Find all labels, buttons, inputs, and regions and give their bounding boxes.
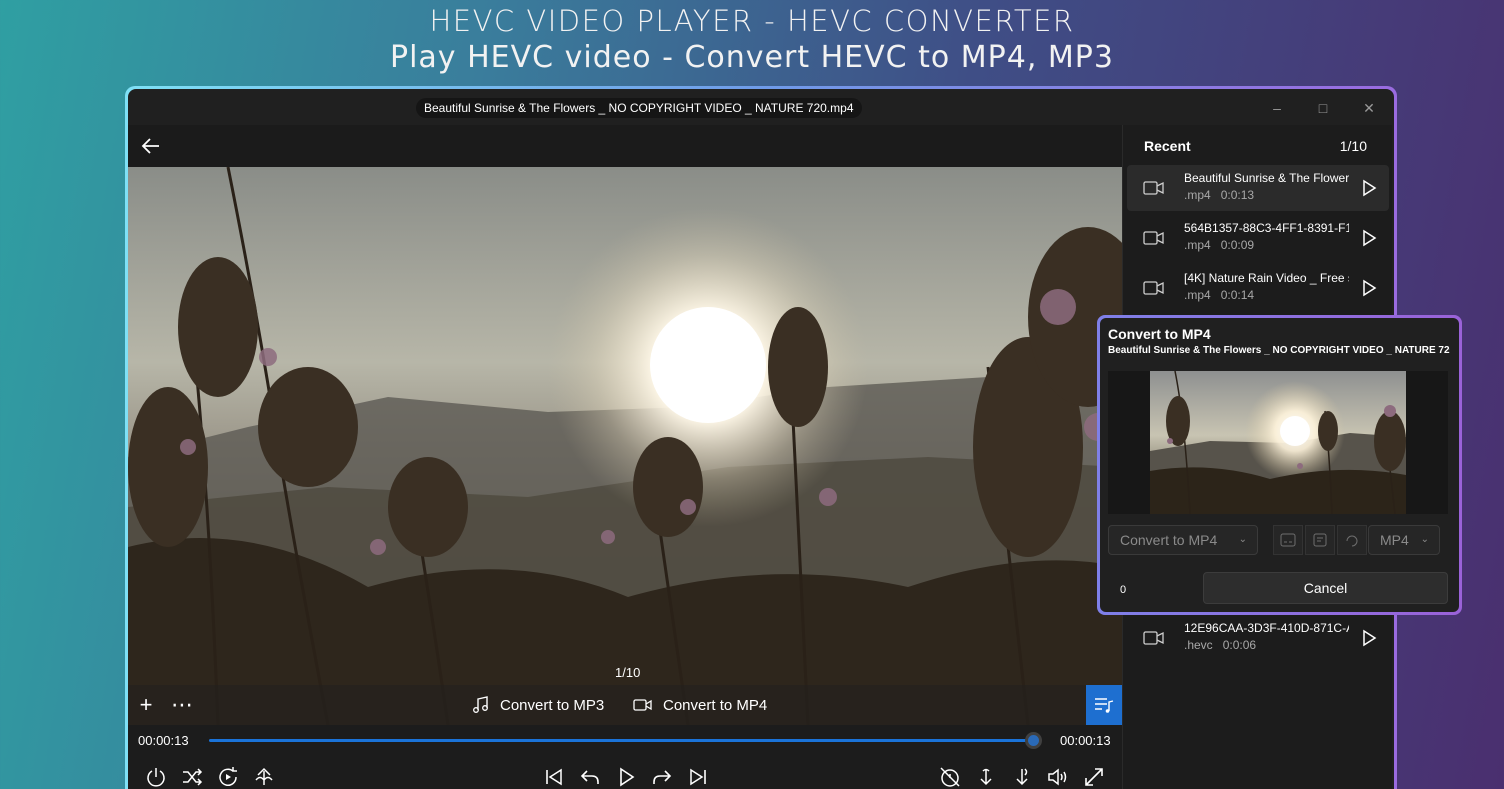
dialog-file-name: Beautiful Sunrise & The Flowers _ NO COP… bbox=[1108, 345, 1450, 356]
volume-icon[interactable] bbox=[1046, 765, 1070, 789]
video-file-icon bbox=[1143, 181, 1164, 195]
current-time: 00:00:13 bbox=[138, 733, 189, 748]
seek-bar-row: 00:00:13 00:00:13 bbox=[128, 725, 1122, 755]
more-icon[interactable]: ⋯ bbox=[168, 691, 196, 719]
playlist-counter-overlay: 1/10 bbox=[615, 665, 641, 680]
cast-icon[interactable] bbox=[252, 765, 276, 789]
chevron-down-icon: ⌄ bbox=[1238, 534, 1247, 545]
skip-next-icon[interactable] bbox=[686, 765, 710, 789]
audio-track-icon[interactable] bbox=[1305, 525, 1335, 555]
recent-counter: 1/10 bbox=[1339, 138, 1367, 154]
play-item-icon[interactable] bbox=[1360, 279, 1378, 297]
rewind-icon[interactable] bbox=[578, 765, 602, 789]
add-icon[interactable]: + bbox=[132, 691, 160, 719]
play-item-icon[interactable] bbox=[1360, 229, 1378, 247]
promo-title: HEVC VIDEO PLAYER - HEVC CONVERTER bbox=[429, 4, 1075, 38]
convert-mode-value: Convert to MP4 bbox=[1120, 532, 1218, 548]
dialog-preview bbox=[1108, 371, 1448, 514]
convert-mp4-button[interactable]: Convert to MP4 bbox=[633, 693, 767, 717]
preview-thumbnail bbox=[1150, 371, 1406, 514]
forward-icon[interactable] bbox=[650, 765, 674, 789]
recent-item-name: 564B1357-88C3-4FF1-8391-F1 bbox=[1184, 221, 1349, 235]
window-title: Beautiful Sunrise & The Flowers _ NO COP… bbox=[416, 98, 862, 118]
timer-off-icon[interactable] bbox=[938, 765, 962, 789]
chevron-down-icon: ⌄ bbox=[1420, 534, 1429, 545]
seek-track[interactable] bbox=[209, 739, 1033, 742]
play-item-icon[interactable] bbox=[1360, 179, 1378, 197]
convert-mode-select[interactable]: Convert to MP4 ⌄ bbox=[1108, 525, 1258, 555]
video-file-icon bbox=[1143, 281, 1164, 295]
conversion-progress-value: 0 bbox=[1120, 584, 1127, 596]
subtitle-option-icon[interactable] bbox=[1273, 525, 1303, 555]
total-time: 00:00:13 bbox=[1060, 733, 1111, 748]
video-file-icon bbox=[1143, 631, 1164, 645]
recent-item-meta: .mp4 0:0:09 bbox=[1184, 238, 1255, 252]
back-arrow-icon[interactable] bbox=[134, 129, 168, 163]
recent-item[interactable]: Beautiful Sunrise & The Flowers _ NO COP… bbox=[1127, 165, 1389, 211]
video-file-icon bbox=[1143, 231, 1164, 245]
maximize-icon[interactable]: □ bbox=[1312, 97, 1334, 119]
recent-item[interactable]: 564B1357-88C3-4FF1-8391-F1 .mp4 0:0:09 bbox=[1127, 215, 1389, 261]
replay-icon[interactable] bbox=[216, 765, 240, 789]
recent-header: Recent 1/10 bbox=[1123, 125, 1392, 163]
convert-dialog: Convert to MP4 Beautiful Sunrise & The F… bbox=[1100, 318, 1459, 612]
player-top-bar bbox=[128, 125, 1122, 167]
skip-previous-icon[interactable] bbox=[542, 765, 566, 789]
output-format-value: MP4 bbox=[1380, 532, 1409, 548]
music-note-icon bbox=[473, 696, 488, 713]
recent-item-name: 12E96CAA-3D3F-410D-871C-A bbox=[1184, 621, 1349, 635]
speed-down-icon[interactable] bbox=[974, 765, 998, 789]
convert-mp3-button[interactable]: Convert to MP3 bbox=[472, 693, 604, 717]
playback-controls bbox=[128, 755, 1122, 789]
play-icon[interactable] bbox=[614, 765, 638, 789]
recent-item-name: Beautiful Sunrise & The Flowers _ NO COP… bbox=[1184, 171, 1349, 185]
output-format-select[interactable]: MP4 ⌄ bbox=[1368, 525, 1440, 555]
close-icon[interactable]: ✕ bbox=[1358, 97, 1380, 119]
promo-subtitle: Play HEVC video - Convert HEVC to MP4, M… bbox=[390, 40, 1114, 75]
recent-item-meta: .mp4 0:0:13 bbox=[1184, 188, 1255, 202]
dialog-title: Convert to MP4 bbox=[1108, 326, 1211, 342]
video-action-strip: + ⋯ Convert to MP3 Convert to MP4 bbox=[128, 685, 1122, 725]
video-surface[interactable]: 1/10 + ⋯ Convert to MP3 Convert to MP4 bbox=[128, 167, 1122, 725]
cancel-button[interactable]: Cancel bbox=[1203, 572, 1448, 604]
seek-handle[interactable] bbox=[1025, 732, 1042, 749]
playlist-toggle-button[interactable] bbox=[1086, 685, 1122, 725]
video-frame-image bbox=[128, 167, 1122, 725]
minimize-icon[interactable]: – bbox=[1266, 97, 1288, 119]
speed-up-icon[interactable] bbox=[1010, 765, 1034, 789]
recent-title: Recent bbox=[1144, 138, 1191, 154]
play-item-icon[interactable] bbox=[1360, 629, 1378, 647]
convert-dialog-frame: Convert to MP4 Beautiful Sunrise & The F… bbox=[1097, 315, 1462, 615]
playlist-music-icon bbox=[1095, 698, 1114, 713]
convert-mp4-label: Convert to MP4 bbox=[663, 696, 768, 714]
recent-item[interactable]: [4K] Nature Rain Video _ Free s .mp4 0:0… bbox=[1127, 265, 1389, 311]
power-icon[interactable] bbox=[144, 765, 168, 789]
convert-mp3-label: Convert to MP3 bbox=[500, 696, 605, 714]
recent-item-name: [4K] Nature Rain Video _ Free s bbox=[1184, 271, 1349, 285]
title-bar: Beautiful Sunrise & The Flowers _ NO COP… bbox=[128, 89, 1394, 125]
recent-item-meta: .mp4 0:0:14 bbox=[1184, 288, 1255, 302]
fullscreen-icon[interactable] bbox=[1082, 765, 1106, 789]
recent-item-meta: .hevc 0:0:06 bbox=[1184, 638, 1257, 652]
video-camera-icon bbox=[633, 699, 652, 711]
rotate-icon[interactable] bbox=[1337, 525, 1367, 555]
recent-item[interactable]: 12E96CAA-3D3F-410D-871C-A .hevc 0:0:06 bbox=[1127, 615, 1389, 661]
shuffle-icon[interactable] bbox=[180, 765, 204, 789]
